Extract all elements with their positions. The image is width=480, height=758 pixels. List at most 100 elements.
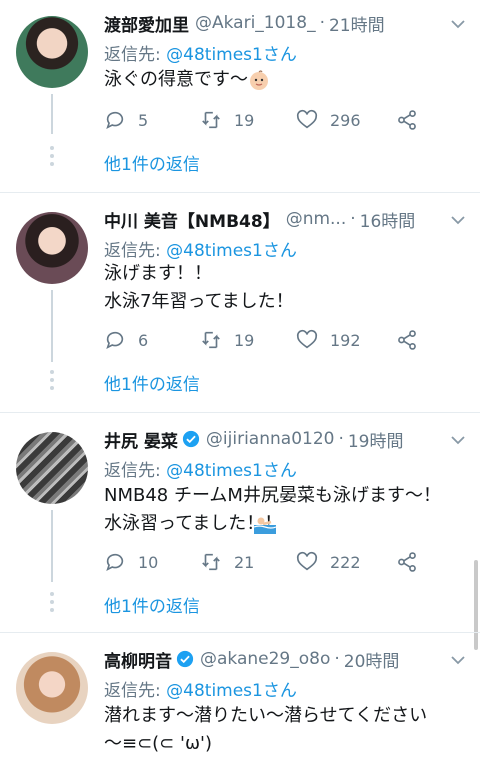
display-name[interactable]: 井尻 晏菜 — [104, 427, 178, 452]
thread-line — [51, 510, 53, 582]
tweet-actions: 5 19 296 — [104, 108, 434, 132]
like-count: 222 — [330, 552, 361, 572]
share-action[interactable] — [396, 108, 430, 132]
tweet-text: 潜れます〜潜りたい〜潜らせてください 〜≡⊂(⊂ 'ω') — [104, 702, 427, 758]
timestamp[interactable]: 16時間 — [360, 207, 416, 232]
user-handle[interactable]: @ijirianna0120 — [206, 429, 335, 449]
tweet-line: 潜れます〜潜りたい〜潜らせてください — [104, 705, 428, 726]
retweet-count: 19 — [234, 110, 255, 130]
reply-count: 6 — [138, 330, 149, 350]
tweet-line: NMB48 チームM井尻晏菜も泳げます〜！ — [104, 485, 441, 506]
share-icon — [398, 110, 416, 130]
thread-dots — [50, 146, 54, 170]
retweet-count: 19 — [234, 330, 255, 350]
thread-line — [51, 94, 53, 134]
user-handle[interactable]: @nm... — [286, 209, 347, 229]
divider — [0, 192, 480, 193]
like-count: 296 — [330, 110, 361, 130]
more-replies-link[interactable]: 他1件の返信 — [104, 592, 200, 617]
share-icon — [398, 552, 416, 572]
reply-to-link[interactable]: @48times1さん — [166, 45, 297, 65]
like-action[interactable]: 222 — [296, 550, 361, 574]
separator-dot: · — [334, 649, 340, 669]
tweet-card[interactable]: 井尻 晏菜 @ijirianna0120 · 19時間 返信先: @48time… — [0, 416, 480, 630]
tweet-card[interactable]: 渡部愛加里 @Akari_1018_ · 21時間 返信先: @48times1… — [0, 0, 480, 192]
reply-action[interactable]: 5 — [104, 108, 148, 132]
timestamp[interactable]: 19時間 — [348, 427, 404, 452]
verified-badge-icon — [182, 430, 200, 448]
chevron-down-icon[interactable] — [450, 212, 466, 228]
reply-prefix: 返信先: — [104, 45, 167, 65]
reply-context: 返信先: @48times1さん — [104, 40, 297, 65]
separator-dot: · — [350, 209, 356, 229]
reply-context: 返信先: @48times1さん — [104, 676, 297, 701]
reply-prefix: 返信先: — [104, 681, 167, 701]
reply-to-link[interactable]: @48times1さん — [166, 681, 297, 701]
retweet-icon — [202, 553, 220, 571]
heart-icon — [296, 109, 318, 129]
baby-face-emoji-icon — [250, 70, 268, 90]
tweet-header: 渡部愛加里 @Akari_1018_ · 21時間 — [104, 10, 385, 36]
reply-prefix: 返信先: — [104, 241, 167, 261]
verified-badge-icon — [176, 650, 194, 668]
display-name[interactable]: 中川 美音【NMB48】 — [104, 207, 280, 232]
chevron-down-icon[interactable] — [450, 652, 466, 668]
display-name[interactable]: 高柳明音 — [104, 647, 172, 672]
avatar[interactable] — [16, 16, 88, 88]
divider — [0, 412, 480, 413]
chevron-down-icon[interactable] — [450, 16, 466, 32]
tweet-text: 泳げます！！ 水泳7年習ってました！ — [104, 260, 294, 316]
reply-icon — [106, 331, 124, 349]
reply-context: 返信先: @48times1さん — [104, 236, 297, 261]
tweet-line: 泳げます！！ — [104, 263, 212, 284]
reply-to-link[interactable]: @48times1さん — [166, 241, 297, 261]
tweet-header: 中川 美音【NMB48】 @nm... · 16時間 — [104, 206, 415, 232]
tweet-header: 高柳明音 @akane29_o8o · 20時間 — [104, 646, 399, 672]
like-count: 192 — [330, 330, 361, 350]
user-handle[interactable]: @akane29_o8o — [200, 649, 330, 669]
retweet-action[interactable]: 21 — [200, 550, 254, 574]
more-replies-link[interactable]: 他1件の返信 — [104, 150, 200, 175]
tweet-line: 泳ぐの得意です〜 — [104, 69, 248, 90]
separator-dot: · — [319, 13, 325, 33]
heart-icon — [296, 551, 318, 571]
retweet-action[interactable]: 19 — [200, 328, 254, 352]
user-handle[interactable]: @Akari_1018_ — [195, 13, 316, 33]
tweet-card[interactable]: 高柳明音 @akane29_o8o · 20時間 返信先: @48times1さ… — [0, 636, 480, 754]
divider — [0, 632, 480, 633]
tweet-actions: 6 19 192 — [104, 328, 434, 352]
timestamp[interactable]: 20時間 — [344, 647, 400, 672]
share-action[interactable] — [396, 328, 430, 352]
like-action[interactable]: 296 — [296, 108, 361, 132]
avatar[interactable] — [16, 652, 88, 724]
tweet-line: 水泳7年習ってました！ — [104, 291, 294, 312]
avatar[interactable] — [16, 212, 88, 284]
thread-dots — [50, 370, 54, 394]
reply-to-link[interactable]: @48times1さん — [166, 461, 297, 481]
separator-dot: · — [338, 429, 344, 449]
heart-icon — [296, 329, 318, 349]
display-name[interactable]: 渡部愛加里 — [104, 11, 189, 36]
like-action[interactable]: 192 — [296, 328, 361, 352]
tweet-text: NMB48 チームM井尻晏菜も泳げます〜！ 水泳習ってました！！ — [104, 482, 441, 538]
more-replies-link[interactable]: 他1件の返信 — [104, 370, 200, 395]
timestamp[interactable]: 21時間 — [329, 11, 385, 36]
reply-action[interactable]: 10 — [104, 550, 158, 574]
thread-dots — [50, 592, 54, 616]
reply-icon — [106, 553, 124, 571]
reply-prefix: 返信先: — [104, 461, 167, 481]
retweet-action[interactable]: 19 — [200, 108, 254, 132]
retweet-icon — [202, 111, 220, 129]
share-icon — [398, 330, 416, 350]
tweet-card[interactable]: 中川 美音【NMB48】 @nm... · 16時間 返信先: @48times… — [0, 196, 480, 410]
reply-count: 5 — [138, 110, 149, 130]
chevron-down-icon[interactable] — [450, 432, 466, 448]
retweet-count: 21 — [234, 552, 255, 572]
avatar[interactable] — [16, 432, 88, 504]
reply-action[interactable]: 6 — [104, 328, 148, 352]
thread-line — [51, 290, 53, 362]
share-action[interactable] — [396, 550, 430, 574]
reply-count: 10 — [138, 552, 159, 572]
swimmer-emoji-icon — [254, 517, 276, 534]
tweet-actions: 10 21 222 — [104, 550, 434, 574]
